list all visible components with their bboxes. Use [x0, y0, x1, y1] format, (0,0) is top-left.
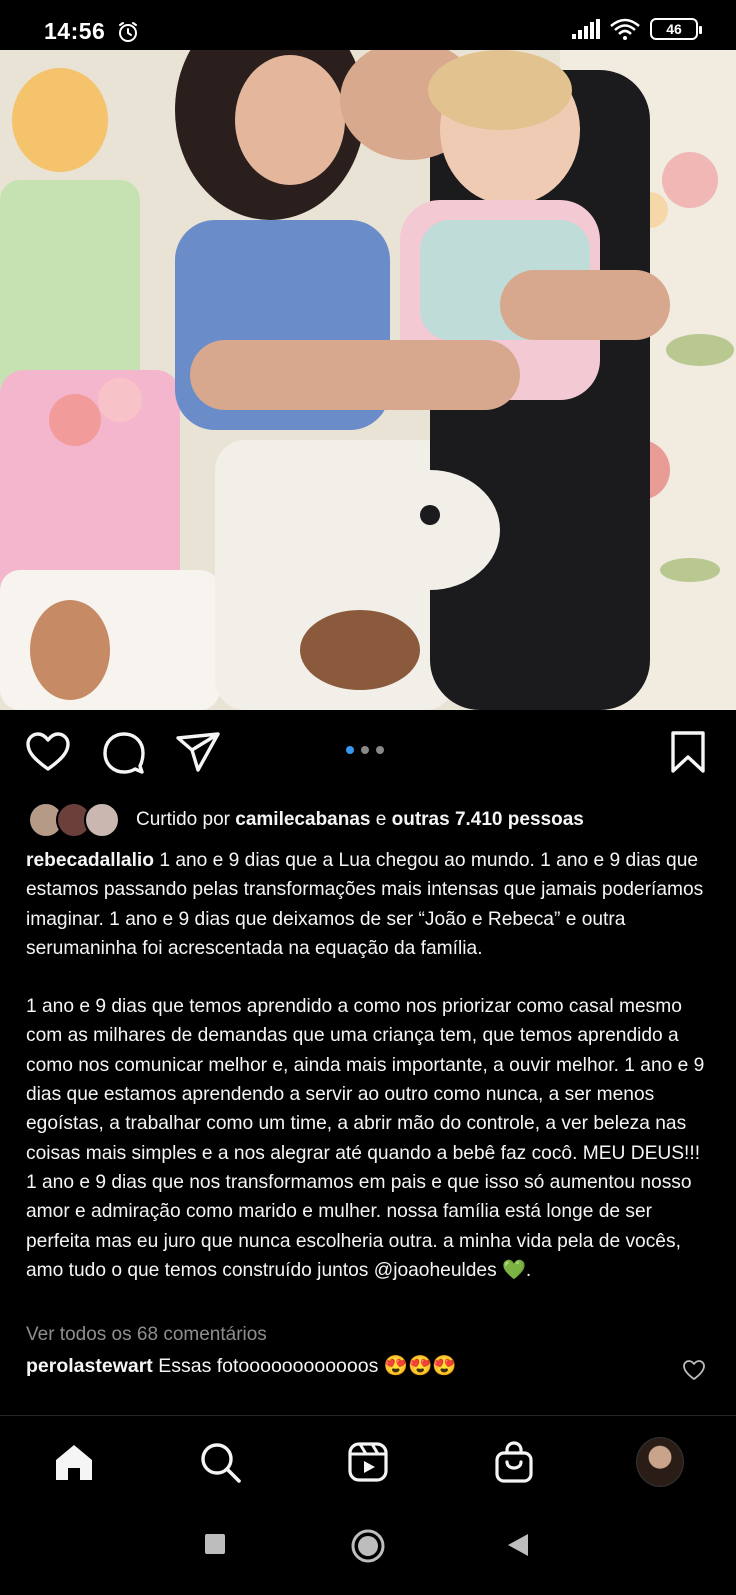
likes-others[interactable]: outras 7.410 pessoas [392, 809, 584, 830]
view-comments-link[interactable]: Ver todos os 68 comentários [26, 1324, 267, 1346]
photo-illustration [0, 50, 736, 710]
comment-icon[interactable] [100, 728, 148, 776]
likes-connector: e [370, 809, 392, 830]
bookmark-icon[interactable] [664, 728, 712, 776]
likes-row[interactable]: Curtido por camilecabanas e outras 7.410… [28, 800, 584, 840]
likes-prefix: Curtido por [136, 809, 236, 830]
profile-avatar [636, 1437, 684, 1487]
search-icon [201, 1443, 241, 1483]
bottom-navigation [0, 1416, 736, 1506]
send-icon[interactable] [174, 728, 222, 776]
comment-text: Essas fotoooooooooooos 😍😍😍 [152, 1355, 457, 1377]
home-button-icon[interactable] [350, 1528, 386, 1564]
carousel-dot [376, 746, 384, 754]
reels-icon [348, 1442, 388, 1482]
post-photo[interactable] [0, 50, 736, 710]
system-navigation-bar [0, 1506, 736, 1595]
carousel-indicator [346, 746, 384, 754]
alarm-icon [119, 22, 137, 42]
likes-text[interactable]: Curtido por camilecabanas e outras 7.410… [136, 809, 584, 831]
battery-level: 46 [666, 21, 682, 37]
caption-username[interactable]: rebecadallalio [26, 850, 154, 871]
post-caption: rebecadallalio 1 ano e 9 dias que a Lua … [26, 846, 716, 1285]
likes-user[interactable]: camilecabanas [235, 809, 370, 830]
back-icon[interactable] [506, 1532, 530, 1558]
recents-icon[interactable] [203, 1532, 227, 1556]
comment-username[interactable]: perolastewart [26, 1355, 153, 1377]
nav-reels[interactable] [344, 1438, 392, 1486]
carousel-dot [361, 746, 369, 754]
shop-icon [495, 1441, 533, 1483]
carousel-dot-active [346, 746, 354, 754]
nav-search[interactable] [196, 1438, 244, 1486]
nav-profile[interactable] [636, 1437, 684, 1487]
top-comment: perolastewart Essas fotoooooooooooos 😍😍😍 [26, 1354, 457, 1378]
home-icon [56, 1445, 92, 1480]
nav-home[interactable] [50, 1438, 98, 1486]
wifi-icon [610, 18, 640, 40]
status-bar: 14:56 46 [0, 0, 736, 50]
liker-avatars [28, 802, 120, 838]
status-time: 14:56 [44, 18, 106, 44]
signal-icon [572, 19, 600, 39]
battery-indicator: 46 [650, 18, 702, 40]
comment-heart-icon[interactable] [682, 1358, 706, 1382]
caption-paragraph-2: 1 ano e 9 dias que temos aprendido a com… [26, 996, 705, 1281]
nav-shop[interactable] [490, 1438, 538, 1486]
heart-icon[interactable] [24, 728, 72, 776]
avatar [84, 802, 120, 838]
